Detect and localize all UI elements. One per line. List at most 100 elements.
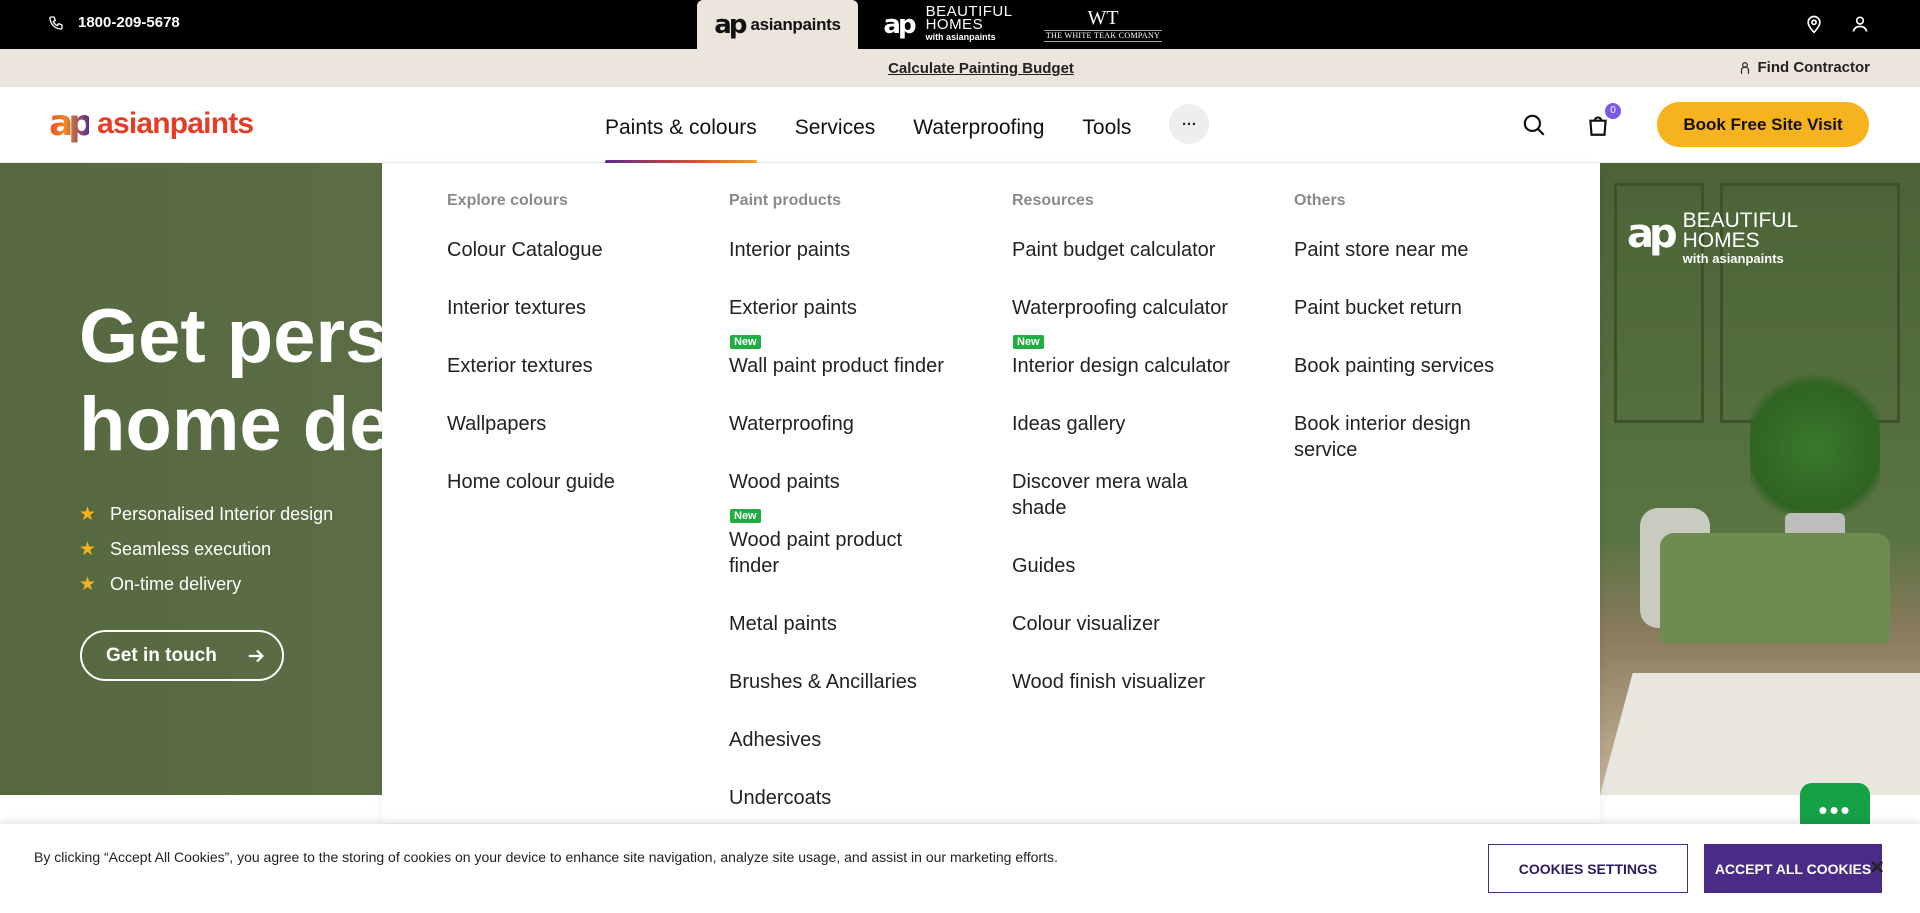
menu-link[interactable]: Wood paints (729, 469, 969, 495)
menu-item: Paint budget calculator (1012, 237, 1262, 263)
hero-title-line2: home de (79, 382, 392, 467)
brand-tab-beautiful-homes[interactable]: ap BEAUTIFUL HOMES with asianpaints (858, 0, 1038, 49)
calculate-budget-link[interactable]: Calculate Painting Budget (0, 60, 1920, 77)
hero-benefits-list: ★ Personalised Interior design ★ Seamless … (79, 497, 333, 602)
menu-item: Interior textures (447, 295, 707, 321)
menu-item: Wood finish visualizer (1012, 669, 1262, 695)
nav-paints-colours[interactable]: Paints & colours (605, 116, 757, 164)
bh-logo-line1: BEAUTIFUL (1682, 209, 1799, 232)
accept-all-cookies-button[interactable]: ACCEPT ALL COOKIES (1704, 844, 1882, 893)
cookie-consent-banner: By clicking “Accept All Cookies”, you ag… (0, 824, 1920, 913)
logo-mark-icon: ap (49, 103, 94, 144)
hero-room-image: ap BEAUTIFUL HOMES with asianpaints (1600, 163, 1920, 795)
menu-link[interactable]: Paint store near me (1294, 237, 1544, 263)
hero-benefit-label: On-time delivery (110, 574, 242, 594)
star-icon: ★ (79, 539, 97, 560)
hero-benefit-label: Seamless execution (110, 539, 272, 559)
menu-link[interactable]: Metal paints (729, 611, 969, 637)
get-in-touch-button[interactable]: Get in touch (80, 630, 284, 681)
main-header: ap asianpaints Paints & colours Services… (0, 87, 1920, 164)
menu-item: Adhesives (729, 727, 969, 753)
cookie-message: By clicking “Accept All Cookies”, you ag… (34, 849, 1058, 865)
nav-services[interactable]: Services (795, 116, 876, 140)
menu-link[interactable]: Wall paint product finder (729, 353, 969, 379)
menu-item: Brushes & Ancillaries (729, 669, 969, 695)
menu-link[interactable]: Waterproofing (729, 411, 969, 437)
menu-item: Book painting services (1294, 353, 1544, 379)
nav-tools[interactable]: Tools (1082, 116, 1131, 140)
menu-item: Waterproofing (729, 411, 969, 437)
menu-item: Colour visualizer (1012, 611, 1262, 637)
logo-wordmark: asianpaints (97, 106, 254, 140)
nav-waterproofing[interactable]: Waterproofing (913, 116, 1044, 140)
menu-item: Exterior paints (729, 295, 969, 321)
menu-link[interactable]: Paint budget calculator (1012, 237, 1262, 263)
bh-logo-line2: HOMES (1682, 229, 1760, 252)
phone-icon (49, 15, 63, 30)
close-icon[interactable]: × (1870, 856, 1884, 880)
menu-item: Home colour guide (447, 469, 707, 495)
menu-link[interactable]: Interior design calculator (1012, 353, 1262, 379)
menu-column-heading: Explore colours (447, 192, 568, 209)
asianpaints-logo-word: asianpaints (750, 14, 841, 34)
menu-item: Discover mera wala shade (1012, 469, 1262, 521)
top-right-icons (1804, 14, 1870, 34)
brand-tab-white-teak[interactable]: WT THE WHITE TEAK COMPANY (1038, 0, 1168, 49)
menu-link[interactable]: Colour Catalogue (447, 237, 707, 263)
cookies-settings-button[interactable]: COOKIES SETTINGS (1488, 844, 1688, 893)
location-icon[interactable] (1804, 14, 1824, 34)
contractor-icon (1740, 61, 1749, 74)
menu-link[interactable]: Book painting services (1294, 353, 1544, 379)
promo-bar: Calculate Painting Budget Find Contracto… (0, 49, 1920, 87)
site-logo[interactable]: ap asianpaints (49, 103, 254, 144)
menu-item: Paint bucket return (1294, 295, 1544, 321)
menu-link[interactable]: Waterproofing calculator (1012, 295, 1262, 321)
menu-item: New Wood paint product finder (729, 509, 969, 579)
menu-link[interactable]: Wallpapers (447, 411, 707, 437)
cart-count-badge: 0 (1605, 102, 1621, 119)
star-icon: ★ (79, 574, 97, 595)
menu-item: Colour Catalogue (447, 237, 707, 263)
more-menu-button[interactable]: ··· (1169, 104, 1210, 144)
menu-link[interactable]: Wood finish visualizer (1012, 669, 1262, 695)
find-contractor-link[interactable]: Find Contractor (1738, 59, 1870, 76)
menu-column-resources: Resources Paint budget calculator Waterp… (1012, 192, 1262, 727)
menu-link[interactable]: Brushes & Ancillaries (729, 669, 969, 695)
asianpaints-logo-mark: ap (714, 9, 747, 40)
menu-link[interactable]: Wood paint product finder (729, 527, 939, 579)
brand-tab-asianpaints[interactable]: ap asianpaints (697, 0, 858, 49)
menu-link[interactable]: Exterior textures (447, 353, 707, 379)
menu-link[interactable]: Paint bucket return (1294, 295, 1544, 321)
menu-item: Paint store near me (1294, 237, 1544, 263)
arrow-right-icon (248, 649, 264, 662)
menu-link[interactable]: Adhesives (729, 727, 969, 753)
menu-link[interactable]: Discover mera wala shade (1012, 469, 1212, 521)
get-in-touch-label: Get in touch (106, 644, 217, 666)
menu-link[interactable]: Home colour guide (447, 469, 707, 495)
rug (1600, 673, 1920, 795)
menu-item: Interior paints (729, 237, 969, 263)
phone-link[interactable]: 1800-209-5678 (48, 14, 180, 31)
new-badge: New (730, 335, 761, 349)
menu-item: Undercoats (729, 785, 969, 811)
menu-link[interactable]: Colour visualizer (1012, 611, 1262, 637)
plant (1750, 363, 1880, 533)
sofa (1660, 533, 1890, 643)
brand-switcher: ap asianpaints ap BEAUTIFUL HOMES with a… (697, 0, 1168, 49)
phone-number: 1800-209-5678 (78, 14, 180, 31)
menu-link[interactable]: Guides (1012, 553, 1262, 579)
menu-link[interactable]: Exterior paints (729, 295, 969, 321)
menu-item: Exterior textures (447, 353, 707, 379)
white-teak-monogram: WT (1087, 6, 1119, 29)
menu-link[interactable]: Interior paints (729, 237, 969, 263)
user-icon[interactable] (1850, 14, 1870, 34)
menu-link[interactable]: Interior textures (447, 295, 707, 321)
cart-button[interactable]: 0 (1585, 102, 1621, 138)
menu-link[interactable]: Undercoats (729, 785, 969, 811)
book-site-visit-button[interactable]: Book Free Site Visit (1657, 102, 1869, 147)
bh-line3: with asianpaints (925, 32, 996, 42)
menu-link[interactable]: Book interior design service (1294, 411, 1494, 463)
search-icon[interactable] (1521, 112, 1547, 138)
menu-link[interactable]: Ideas gallery (1012, 411, 1262, 437)
new-badge: New (730, 509, 761, 523)
